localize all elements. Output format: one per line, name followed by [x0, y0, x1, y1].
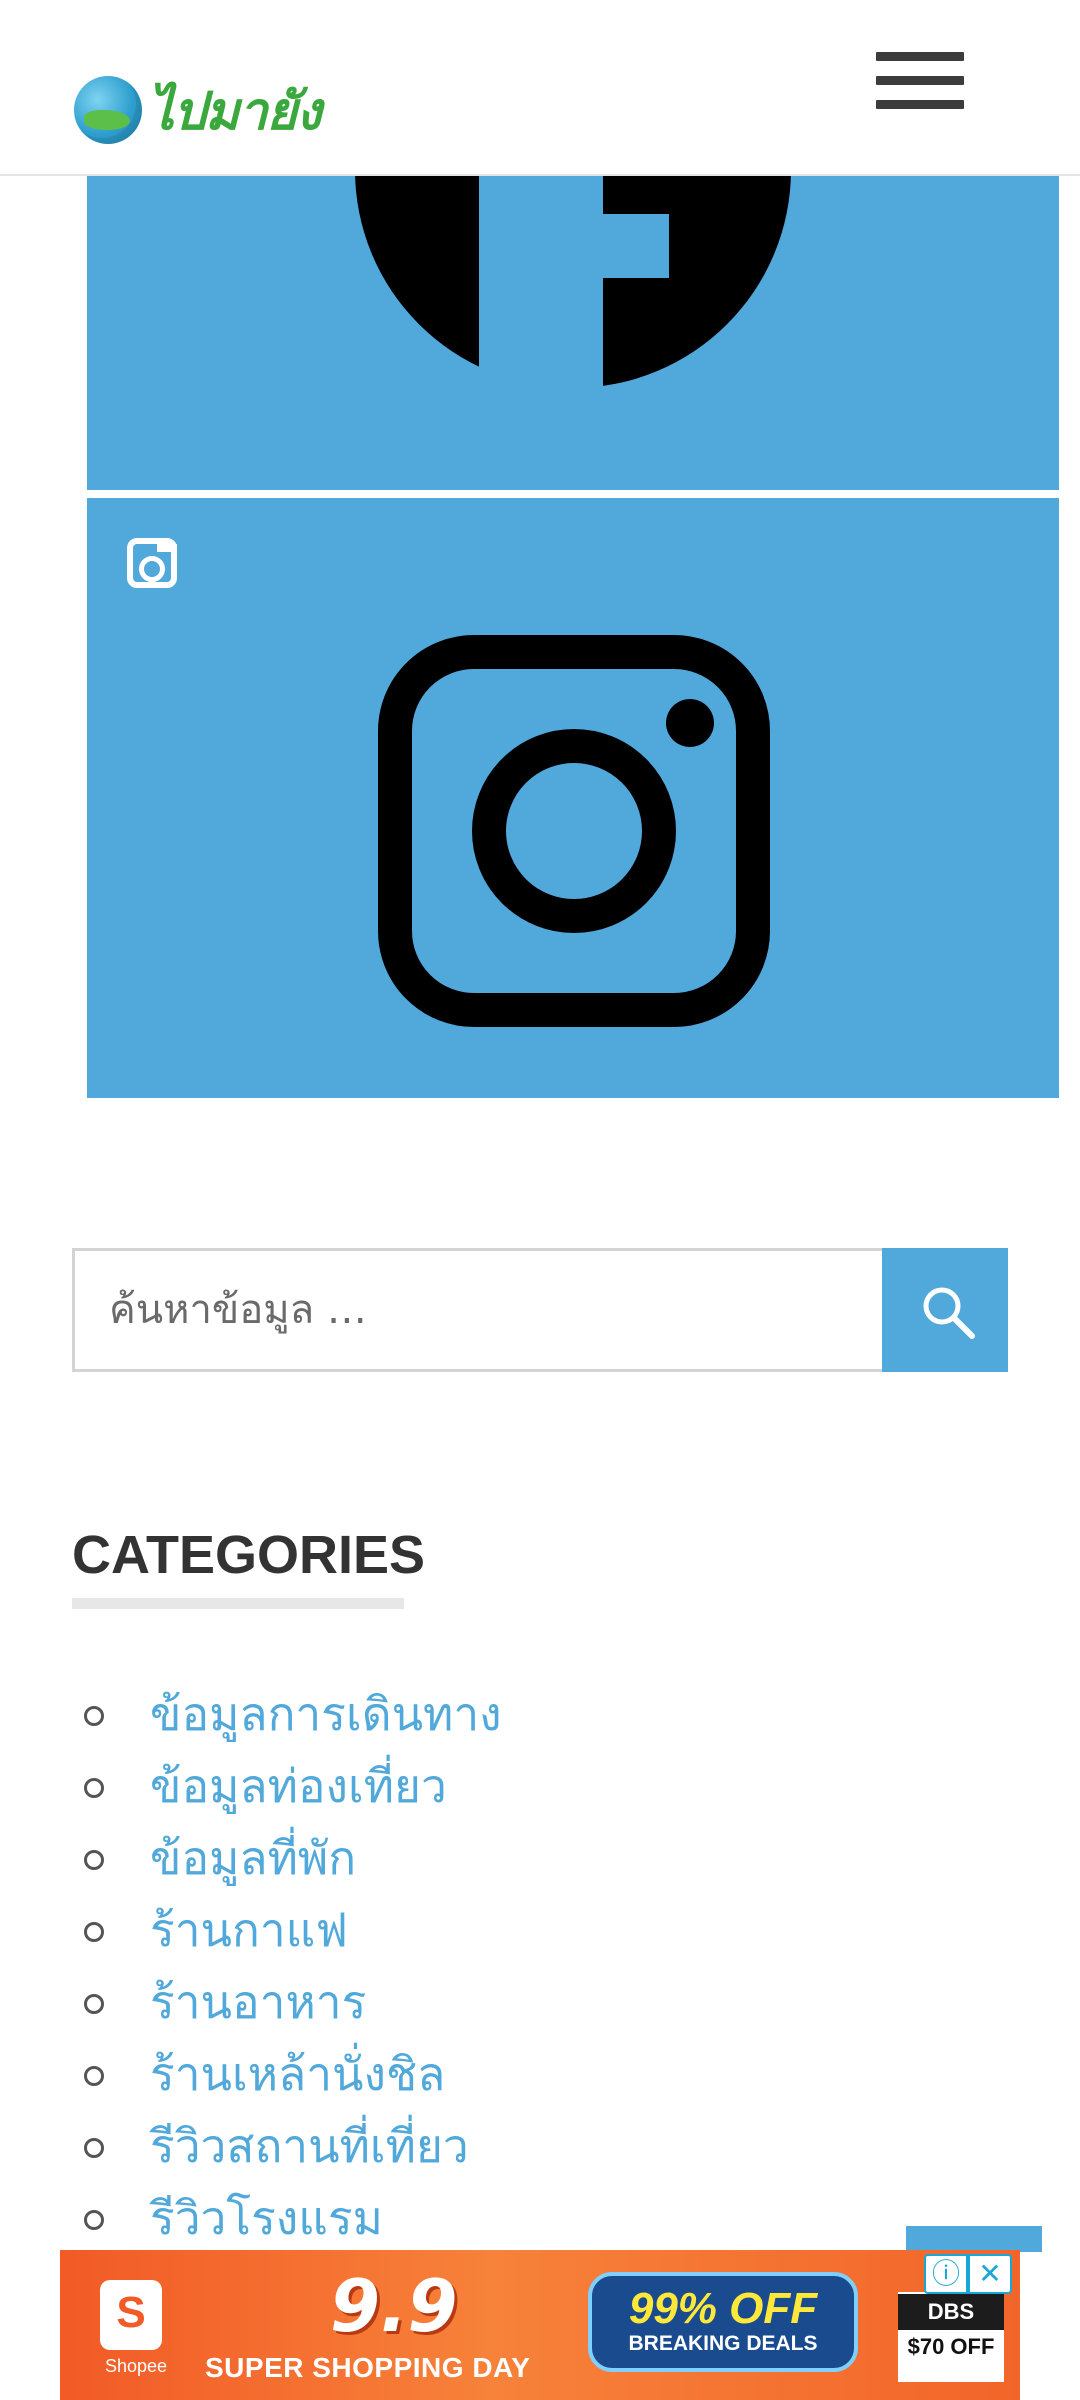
search-icon — [923, 1287, 975, 1339]
instagram-small-icon — [127, 538, 177, 588]
bullet-circle-icon — [84, 1706, 104, 1726]
globe-logo-icon — [74, 76, 142, 144]
list-item: ร้านกาแฟ — [0, 1898, 700, 1970]
category-link[interactable]: รีวิวโรงแรม — [150, 2188, 383, 2248]
search-input[interactable] — [72, 1248, 882, 1372]
categories-heading: CATEGORIES — [72, 1525, 426, 1585]
menu-line-icon — [876, 52, 964, 61]
shopee-bag-icon: S — [100, 2280, 162, 2350]
category-link[interactable]: ข้อมูลท่องเที่ยว — [150, 1756, 447, 1816]
facebook-icon — [355, 174, 791, 388]
list-item: ข้อมูลการเดินทาง — [0, 1682, 700, 1754]
site-header: ไปมายัง — [0, 0, 1080, 176]
logo-text: ไปมายัง — [148, 81, 321, 142]
facebook-f-stem — [479, 174, 603, 388]
ad-date: 9.9 — [330, 2264, 458, 2348]
ad-banner[interactable]: S Shopee 9.9 SUPER SHOPPING DAY 99% OFF … — [60, 2250, 1020, 2400]
site-logo[interactable]: ไปมายัง — [74, 72, 321, 148]
instagram-lens-icon — [472, 729, 676, 933]
category-link[interactable]: ร้านกาแฟ — [150, 1900, 348, 1960]
shopee-s-glyph: S — [116, 2288, 146, 2337]
list-item: รีวิวสถานที่เที่ยว — [0, 2114, 700, 2186]
menu-line-icon — [876, 76, 964, 85]
search-button[interactable] — [882, 1248, 1008, 1372]
bullet-circle-icon — [84, 1994, 104, 2014]
ad-deal-big: 99% OFF — [628, 2284, 818, 2333]
ad-brand: Shopee — [104, 2356, 168, 2376]
bullet-circle-icon — [84, 1850, 104, 1870]
menu-line-icon — [876, 100, 964, 109]
category-link[interactable]: ร้านเหล้านั่งชิล — [150, 2044, 445, 2104]
info-icon[interactable]: ⓘ — [924, 2254, 968, 2294]
list-item: ร้านเหล้านั่งชิล — [0, 2042, 700, 2114]
ad-headline: SUPER SHOPPING DAY — [205, 2352, 531, 2383]
categories-heading-underline — [72, 1598, 404, 1609]
ad-deal-small: BREAKING DEALS — [628, 2332, 818, 2355]
ad-deal-badge: 99% OFF BREAKING DEALS — [588, 2272, 858, 2372]
category-link[interactable]: ร้านอาหาร — [150, 1972, 366, 2032]
category-link[interactable]: ข้อมูลที่พัก — [150, 1828, 356, 1888]
hamburger-menu-button[interactable] — [876, 52, 964, 118]
search-form — [72, 1248, 1008, 1372]
bullet-circle-icon — [84, 2138, 104, 2158]
category-link[interactable]: ข้อมูลการเดินทาง — [150, 1684, 502, 1744]
scroll-to-top-button[interactable] — [906, 2226, 1042, 2252]
instagram-dot-icon — [666, 699, 714, 747]
list-item: รีวิวโรงแรม — [0, 2186, 700, 2258]
instagram-widget[interactable] — [87, 498, 1059, 1098]
list-item: ร้านอาหาร — [0, 1970, 700, 2042]
facebook-f-bar — [483, 214, 669, 278]
ad-partner-logo: DBS — [898, 2294, 1004, 2330]
bullet-circle-icon — [84, 1778, 104, 1798]
categories-list: ข้อมูลการเดินทาง ข้อมูลท่องเที่ยว ข้อมูล… — [0, 1682, 700, 2258]
facebook-widget[interactable] — [87, 174, 1059, 490]
close-icon[interactable]: ✕ — [968, 2254, 1012, 2294]
list-item: ข้อมูลท่องเที่ยว — [0, 1754, 700, 1826]
ad-partner-card: DBS $70 OFF — [898, 2292, 1004, 2382]
category-link[interactable]: รีวิวสถานที่เที่ยว — [150, 2116, 469, 2176]
bullet-circle-icon — [84, 2066, 104, 2086]
bullet-circle-icon — [84, 2210, 104, 2230]
ad-partner-offer: $70 OFF — [907, 2334, 995, 2359]
list-item: ข้อมูลที่พัก — [0, 1826, 700, 1898]
instagram-icon — [378, 635, 770, 1027]
bullet-circle-icon — [84, 1922, 104, 1942]
